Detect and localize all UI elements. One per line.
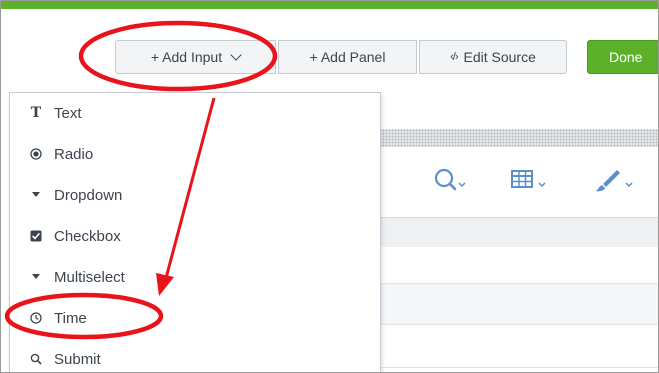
- table-header: [379, 217, 658, 248]
- menu-item-label: Time: [54, 309, 87, 327]
- top-accent-bar: [1, 1, 658, 9]
- edit-source-label: Edit Source: [463, 49, 536, 65]
- menu-item-text[interactable]: T Text: [10, 93, 380, 133]
- done-label: Done: [609, 49, 643, 65]
- triangle-down-icon: [28, 191, 44, 199]
- menu-item-label: Checkbox: [54, 227, 121, 245]
- menu-item-label: Submit: [54, 350, 101, 368]
- text-icon: T: [30, 105, 42, 121]
- add-panel-label: + Add Panel: [309, 49, 386, 65]
- code-icon: ‹/›: [450, 51, 458, 63]
- chevron-down-icon: [230, 49, 242, 61]
- add-input-button[interactable]: + Add Input: [115, 40, 276, 74]
- clock-icon: [28, 312, 44, 324]
- dashboard-editor: + Add Input + Add Panel ‹/› Edit Source …: [0, 0, 659, 373]
- search-icon: [28, 353, 44, 365]
- triangle-down-icon: [28, 273, 44, 281]
- menu-item-radio[interactable]: Radio: [10, 134, 380, 174]
- menu-item-label: Dropdown: [54, 186, 123, 204]
- menu-item-label: Text: [54, 104, 82, 122]
- edit-source-button[interactable]: ‹/› Edit Source: [419, 40, 567, 74]
- table-icon[interactable]: [509, 166, 553, 199]
- table-row: [379, 325, 658, 368]
- menu-item-submit[interactable]: Submit: [10, 339, 380, 372]
- paintbrush-icon[interactable]: [591, 166, 641, 199]
- radio-icon: [28, 148, 44, 160]
- add-panel-button[interactable]: + Add Panel: [278, 40, 417, 74]
- menu-item-label: Multiselect: [54, 268, 125, 286]
- add-input-menu: T Text Radio Dropdown Checkbox Multisele…: [9, 92, 381, 372]
- checkbox-icon: [28, 230, 44, 242]
- search-icon[interactable]: [431, 166, 471, 199]
- menu-item-label: Radio: [54, 145, 94, 163]
- menu-item-dropdown[interactable]: Dropdown: [10, 175, 380, 215]
- menu-item-time[interactable]: Time: [10, 298, 380, 338]
- panel-toolbar: [431, 166, 656, 196]
- menu-item-checkbox[interactable]: Checkbox: [10, 216, 380, 256]
- menu-item-multiselect[interactable]: Multiselect: [10, 257, 380, 297]
- table-row: [379, 247, 658, 284]
- add-input-label: + Add Input: [150, 49, 223, 65]
- panel-drag-handle[interactable]: [379, 129, 658, 147]
- done-button[interactable]: Done: [587, 40, 658, 74]
- table-row: [379, 284, 658, 325]
